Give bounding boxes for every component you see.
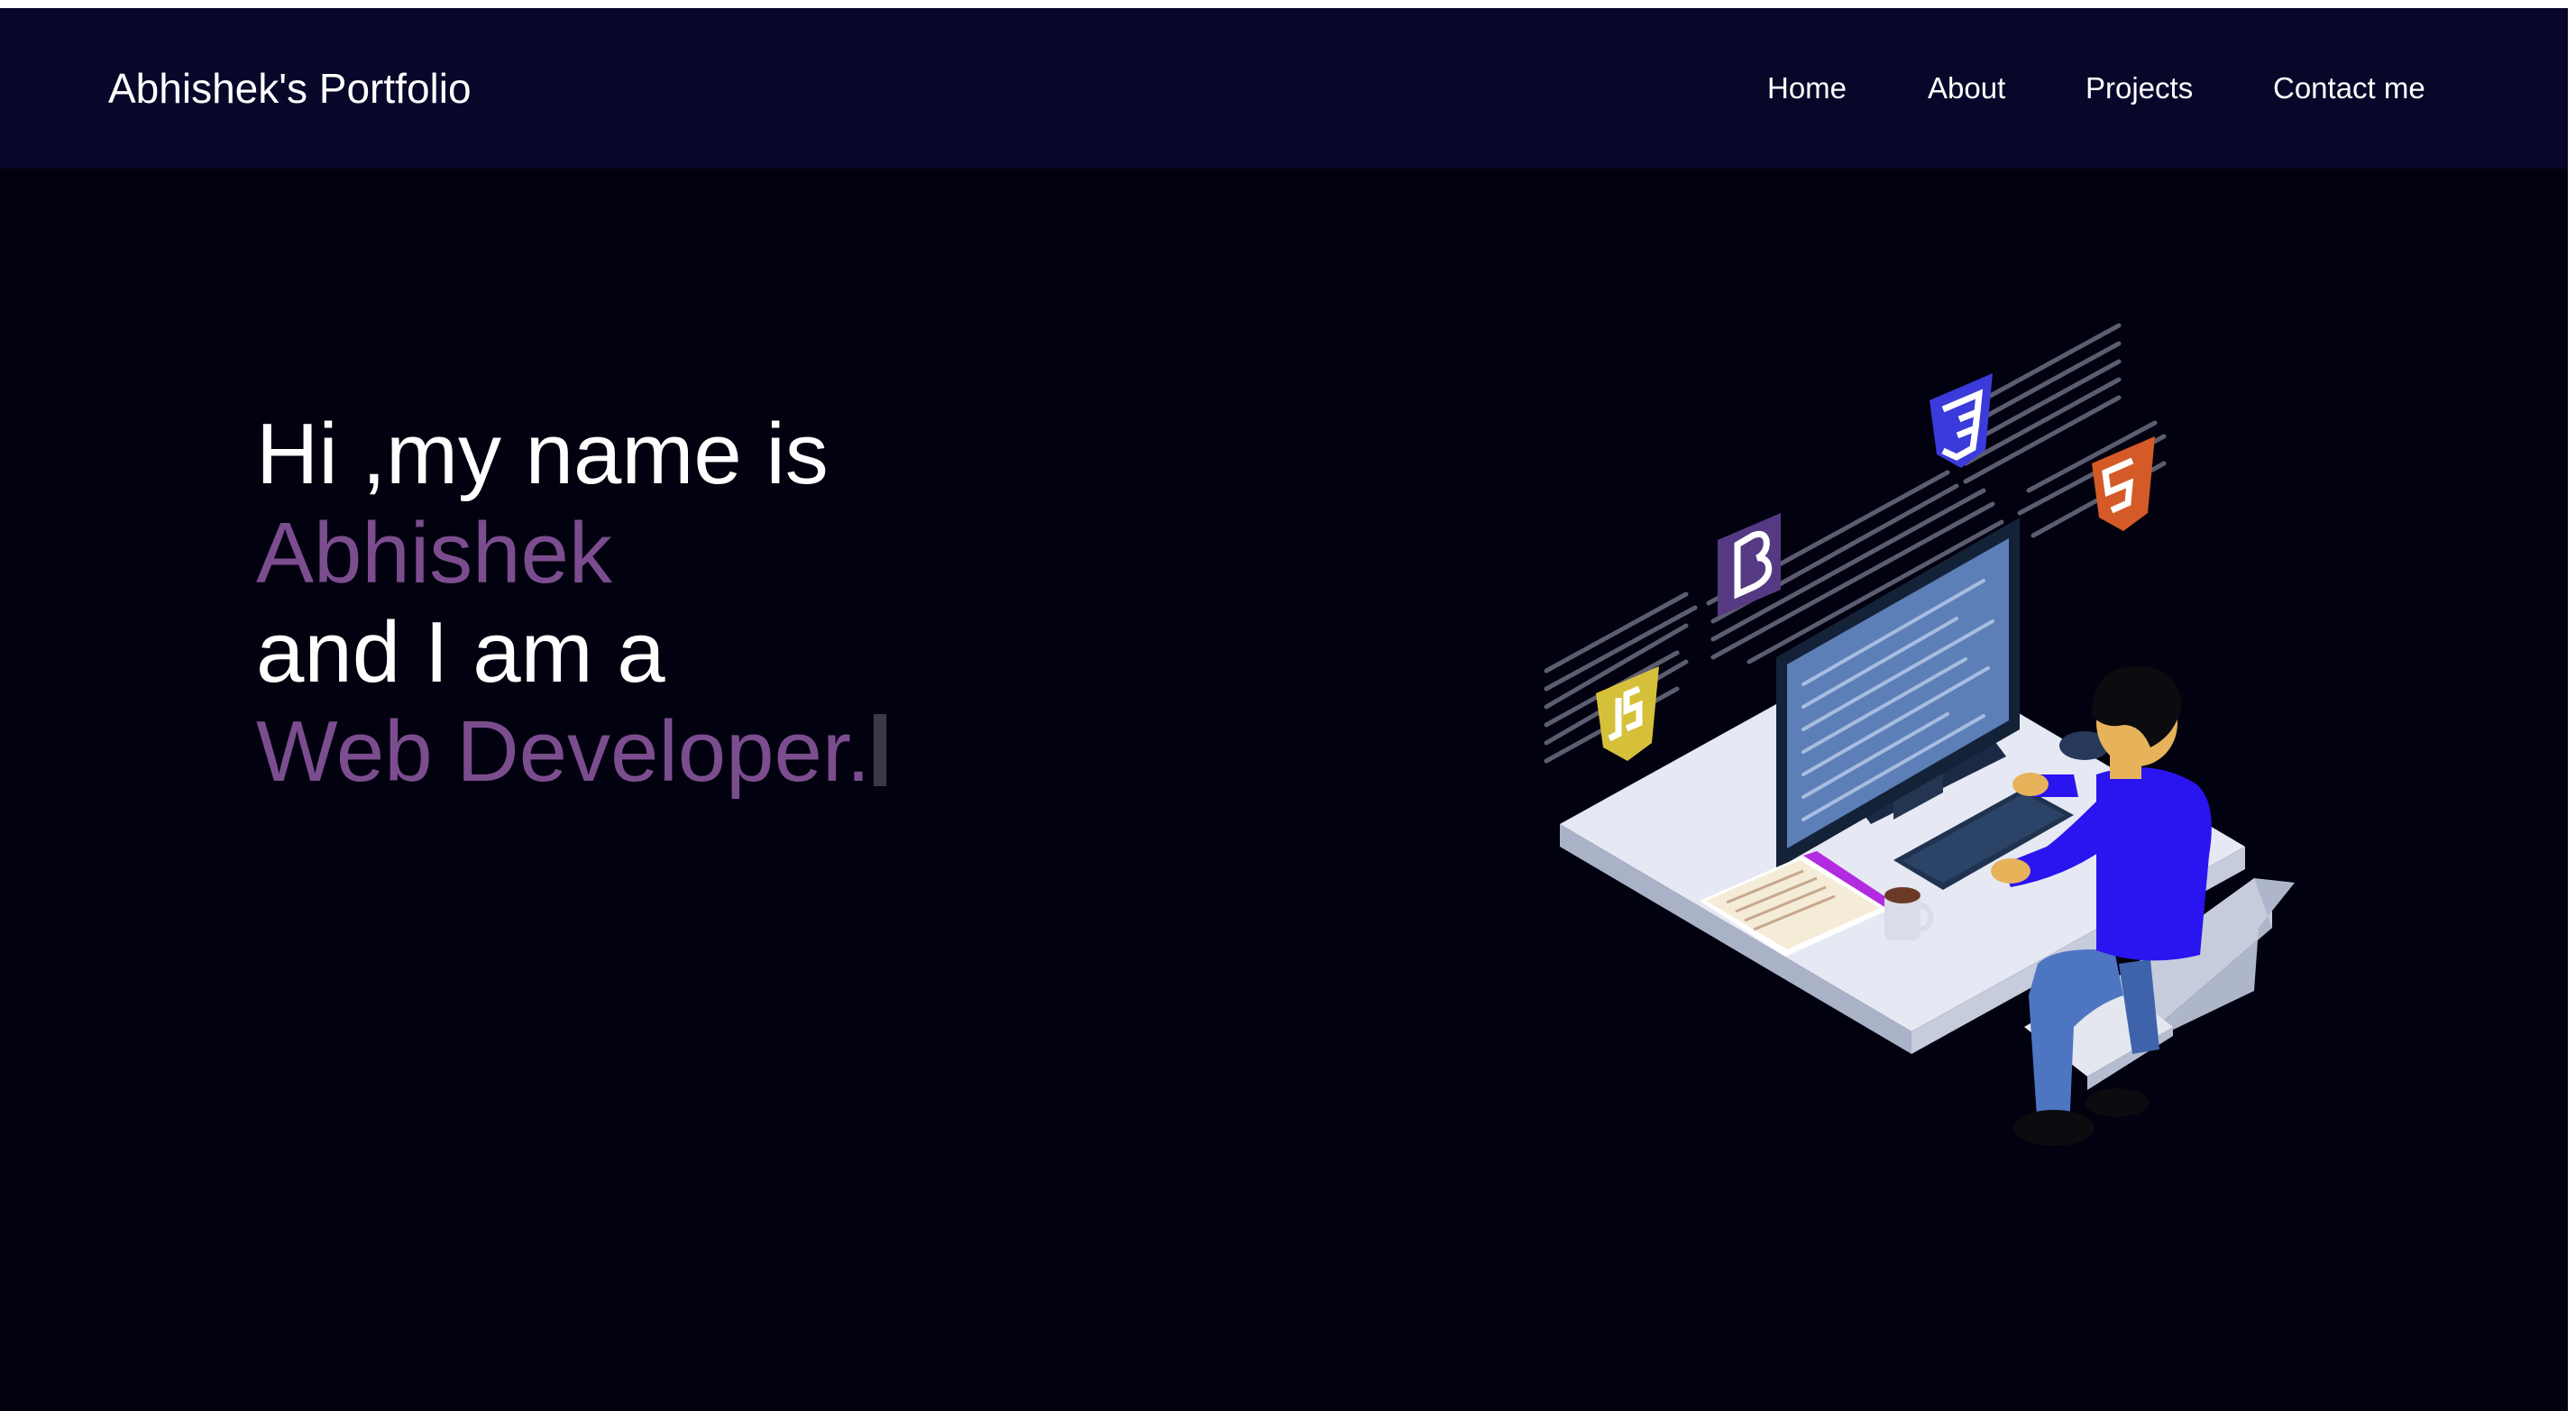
hero-intro: Hi ,my name is Abhishek and I am a Web D… xyxy=(256,405,887,802)
nav-link-home[interactable]: Home xyxy=(1767,71,1847,105)
nav-menu: Home About Projects Contact me xyxy=(0,71,2568,125)
nav-link-projects[interactable]: Projects xyxy=(2086,71,2193,105)
navbar: Abhishek's Portfolio Home About Projects… xyxy=(0,8,2568,169)
javascript-icon xyxy=(1596,666,1659,761)
nav-link-contact[interactable]: Contact me xyxy=(2273,71,2425,105)
nav-link-about[interactable]: About xyxy=(1928,71,2005,105)
hero-name: Abhishek xyxy=(256,505,612,601)
hero-role-intro: and I am a xyxy=(256,604,665,701)
typing-cursor xyxy=(874,714,887,786)
bootstrap-icon xyxy=(1718,513,1781,617)
page: Abhishek's Portfolio Home About Projects… xyxy=(0,8,2568,1411)
hero-role-line: Web Developer. xyxy=(256,702,887,802)
hero-role: Web Developer. xyxy=(256,703,871,800)
hero-greeting: Hi ,my name is xyxy=(256,406,829,502)
developer-illustration xyxy=(1544,323,2295,1146)
